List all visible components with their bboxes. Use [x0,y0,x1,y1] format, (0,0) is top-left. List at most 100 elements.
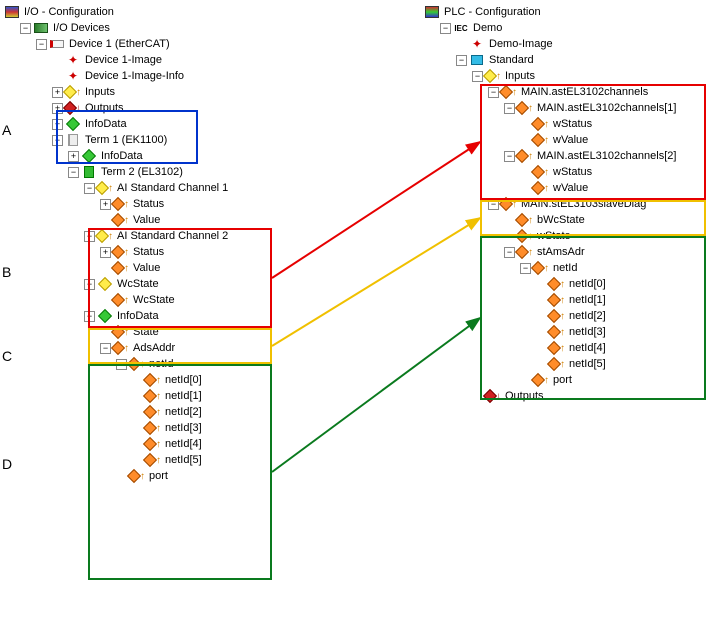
var-icon: ↑ [533,180,549,196]
netid-item[interactable]: ↑netId[2] [4,404,344,420]
collapse-icon[interactable]: − [488,199,499,210]
plc-config-root[interactable]: PLC - Configuration [424,4,714,20]
netid-item[interactable]: ↑netId[1] [424,292,714,308]
devices-icon [33,20,49,36]
wcstate-group[interactable]: − WcState [4,276,344,292]
expand-icon[interactable]: + [52,87,63,98]
ch1-status[interactable]: + ↑ Status [4,196,344,212]
expand-icon[interactable]: + [52,119,63,130]
device-1[interactable]: − Device 1 (EtherCAT) [4,36,344,52]
main-ch2[interactable]: − ↑ MAIN.astEL3102channels[2] [424,148,714,164]
netid-item[interactable]: ↑netId[0] [424,276,714,292]
bwcstate[interactable]: ↑ bWcState [424,212,714,228]
infodata-icon [97,308,113,324]
ch2-wstatus[interactable]: ↑ wStatus [424,164,714,180]
struct-icon: ↑ [501,196,517,212]
ch2-value[interactable]: ↑ Value [4,260,344,276]
collapse-icon[interactable]: − [84,231,95,242]
collapse-icon[interactable]: − [84,279,95,290]
struct-icon: ↑ [113,340,129,356]
wcstate-var[interactable]: ↑ WcState [4,292,344,308]
collapse-icon[interactable]: − [100,343,111,354]
r-port[interactable]: ↑ port [424,372,714,388]
netid-item[interactable]: ↑netId[3] [424,324,714,340]
infodata2[interactable]: − InfoData [4,308,344,324]
term-icon [81,164,97,180]
slave-diag[interactable]: − ↑ MAIN.stEL3103slaveDiag [424,196,714,212]
var-icon: ↑ [145,388,161,404]
collapse-icon[interactable]: − [504,247,515,258]
infodata-icon [65,116,81,132]
var-icon: ↑ [549,340,565,356]
netid-item[interactable]: ↑netId[5] [4,452,344,468]
netid-item[interactable]: ↑netId[5] [424,356,714,372]
outputs-node[interactable]: + ↓ Outputs [4,100,344,116]
io-config-root[interactable]: I/O - Configuration [4,4,344,20]
ch2-status[interactable]: + ↑ Status [4,244,344,260]
main-channels[interactable]: − ↑ MAIN.astEL3102channels [424,84,714,100]
var-icon: ↑ [113,292,129,308]
collapse-icon[interactable]: − [116,359,127,370]
ch1-value[interactable]: ↑ Value [4,212,344,228]
state-var[interactable]: ↑ State [4,324,344,340]
main-ch1[interactable]: − ↑ MAIN.astEL3102channels[1] [424,100,714,116]
ai-channel-2[interactable]: − ↑ AI Standard Channel 2 [4,228,344,244]
expand-icon[interactable]: + [100,247,111,258]
netid-item[interactable]: ↑netId[0] [4,372,344,388]
plc-outputs[interactable]: ↓ Outputs [424,388,714,404]
collapse-icon[interactable]: − [20,23,31,34]
collapse-icon[interactable]: − [36,39,47,50]
array-icon: ↑ [129,356,145,372]
term1-infodata[interactable]: + InfoData [4,148,344,164]
port-var[interactable]: ↑ port [4,468,344,484]
ch1-wvalue[interactable]: ↑ wValue [424,132,714,148]
var-icon: ↑ [129,468,145,484]
standard[interactable]: − Standard [424,52,714,68]
collapse-icon[interactable]: − [504,151,515,162]
collapse-icon[interactable]: − [472,71,483,82]
collapse-icon[interactable]: − [84,183,95,194]
term-2[interactable]: − Term 2 (EL3102) [4,164,344,180]
infodata-node[interactable]: + InfoData [4,116,344,132]
collapse-icon[interactable]: − [504,103,515,114]
var-icon: ↑ [113,244,129,260]
netid-item[interactable]: ↑netId[1] [4,388,344,404]
collapse-icon[interactable]: − [84,311,95,322]
device-1-image-info[interactable]: ✦ Device 1-Image-Info [4,68,344,84]
ch1-wstatus[interactable]: ↑ wStatus [424,116,714,132]
netid-item[interactable]: ↑netId[3] [4,420,344,436]
collapse-icon[interactable]: − [520,263,531,274]
collapse-icon[interactable]: − [456,55,467,66]
netid-item[interactable]: ↑netId[4] [424,340,714,356]
var-icon: ↑ [549,276,565,292]
ai-channel-1[interactable]: − ↑ AI Standard Channel 1 [4,180,344,196]
struct-icon: ↑ [517,244,533,260]
collapse-icon[interactable]: − [440,23,451,34]
collapse-icon[interactable]: − [52,135,63,146]
netid-item[interactable]: ↑netId[4] [4,436,344,452]
expand-icon[interactable]: + [52,103,63,114]
device-1-image[interactable]: ✦ Device 1-Image [4,52,344,68]
collapse-icon[interactable]: − [488,87,499,98]
netid-item[interactable]: ↑netId[2] [424,308,714,324]
wstate[interactable]: ↑ wState [424,228,714,244]
demo-image[interactable]: ✦ Demo-Image [424,36,714,52]
channel-icon: ↑ [97,228,113,244]
var-icon: ↑ [113,324,129,340]
r-netid[interactable]: − ↑ netId [424,260,714,276]
inputs-node[interactable]: + ↑ Inputs [4,84,344,100]
collapse-icon[interactable]: − [68,167,79,178]
netid[interactable]: − ↑ netId [4,356,344,372]
term-icon [65,132,81,148]
ch2-wvalue[interactable]: ↑ wValue [424,180,714,196]
plc-inputs[interactable]: − ↑ Inputs [424,68,714,84]
infodata-icon [81,148,97,164]
var-icon: ↑ [549,356,565,372]
term-1[interactable]: − Term 1 (EK1100) [4,132,344,148]
io-devices[interactable]: − I/O Devices [4,20,344,36]
expand-icon[interactable]: + [68,151,79,162]
adsaddr[interactable]: − ↑ AdsAddr [4,340,344,356]
stamsadr[interactable]: − ↑ stAmsAdr [424,244,714,260]
expand-icon[interactable]: + [100,199,111,210]
demo[interactable]: − IEC Demo [424,20,714,36]
